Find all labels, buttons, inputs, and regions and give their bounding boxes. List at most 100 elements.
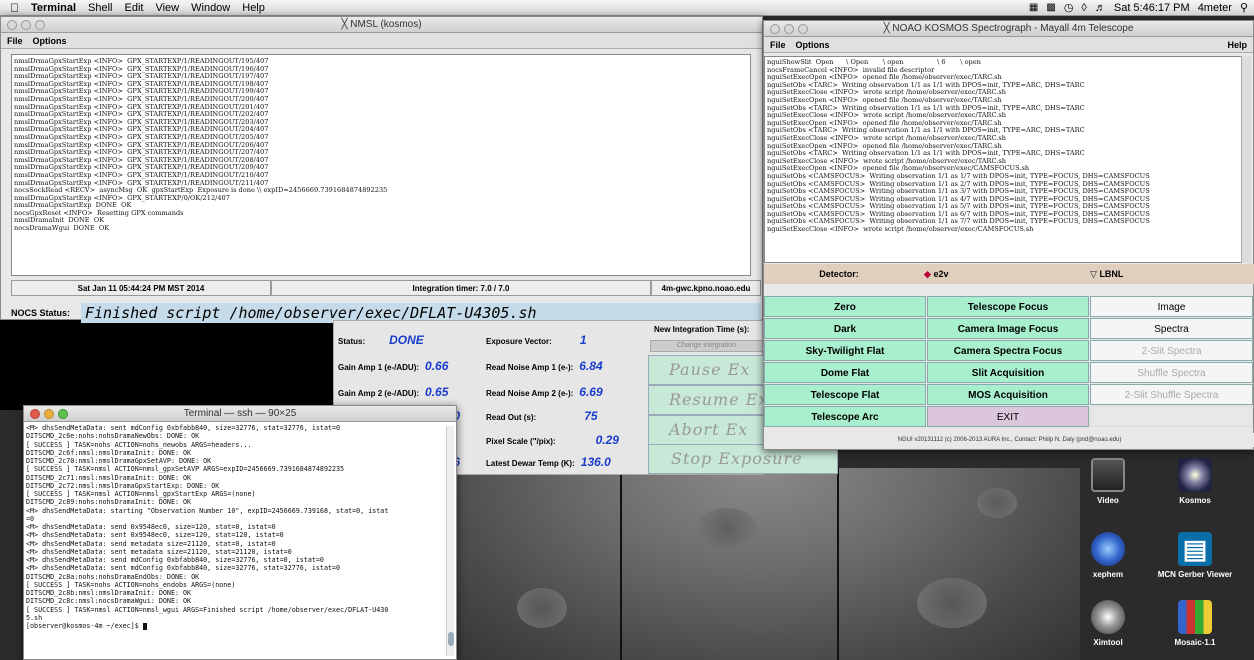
- telescope-focus-button[interactable]: Telescope Focus: [927, 296, 1089, 317]
- kosmos-footer: NGUI v20131112 (c) 2006-2013 AURA Inc., …: [764, 433, 1254, 447]
- menu-edit[interactable]: Edit: [119, 2, 150, 14]
- menu-window[interactable]: Window: [185, 2, 236, 14]
- detector-row: Detector: ◆ e2v ▽ LBNL: [764, 264, 1254, 284]
- pause-exposure-button[interactable]: Pause Ex: [648, 355, 778, 385]
- ximtool-icon: [1091, 600, 1125, 634]
- status-row: Status: DONE: [338, 333, 424, 347]
- dewar-temp-row: Latest Dewar Temp (K): 136.0: [486, 455, 611, 469]
- terminal-scrollbar[interactable]: [446, 426, 454, 656]
- kosmos-menu-help[interactable]: Help: [1227, 37, 1247, 53]
- pixel-scale-value: 0.29: [595, 433, 619, 447]
- zoom-icon[interactable]: [58, 409, 68, 419]
- moon-image: [437, 468, 1080, 660]
- image-display-panel: [0, 320, 333, 410]
- nmsl-log-text[interactable]: nmslDrmaGpxStartExp <INFO> GPX_STARTEXP/…: [11, 54, 751, 276]
- close-icon[interactable]: [7, 20, 17, 30]
- zoom-icon[interactable]: [798, 24, 808, 34]
- zoom-icon[interactable]: [35, 20, 45, 30]
- shuffle-spectra-button[interactable]: Shuffle Spectra: [1090, 362, 1253, 383]
- minimize-icon[interactable]: [44, 409, 54, 419]
- slit-acquisition-button[interactable]: Slit Acquisition: [927, 362, 1089, 383]
- close-icon[interactable]: [770, 24, 780, 34]
- terminal-titlebar[interactable]: Terminal — ssh — 90×25: [24, 406, 456, 422]
- xephem-icon: [1091, 532, 1125, 566]
- desktop-icon-ximtool[interactable]: Ximtool: [1068, 600, 1148, 647]
- zero-button[interactable]: Zero: [764, 296, 926, 317]
- camera-spectra-focus-button[interactable]: Camera Spectra Focus: [927, 340, 1089, 361]
- time-machine-icon[interactable]: ◷: [1064, 1, 1074, 14]
- menu-app-terminal[interactable]: Terminal: [25, 2, 82, 14]
- spectra-button[interactable]: Spectra: [1090, 318, 1253, 339]
- x11-icon: ╳: [341, 19, 351, 30]
- apple-icon[interactable]: : [0, 1, 25, 15]
- status-date: Sat Jan 11 05:44:24 PM MST 2014: [11, 280, 271, 296]
- minimize-icon[interactable]: [21, 20, 31, 30]
- spaces-icon[interactable]: ▦: [1029, 2, 1038, 13]
- menubar-clock[interactable]: Sat 5:46:17 PM: [1114, 2, 1190, 14]
- kosmos-log-text[interactable]: nguiShowSlit Open \ Open \ open \ 6 \ op…: [764, 56, 1242, 263]
- abort-exposure-button[interactable]: Abort Ex: [648, 415, 778, 445]
- sky-twilight-flat-button[interactable]: Sky-Twilight Flat: [764, 340, 926, 361]
- terminal-output[interactable]: <M> dhsSendMetaData: sent mdConfig 0xbfa…: [26, 424, 446, 660]
- desktop-icon-mcn-gerber-viewer[interactable]: ▤ MCN Gerber Viewer: [1155, 532, 1235, 579]
- terminal-window: Terminal — ssh — 90×25 <M> dhsSendMetaDa…: [23, 405, 457, 660]
- 2-slit-spectra-button[interactable]: 2-Slit Spectra: [1090, 340, 1253, 361]
- nmsl-status-bar: Sat Jan 11 05:44:24 PM MST 2014 Integrat…: [11, 279, 761, 297]
- detector-label: Detector:: [819, 269, 859, 279]
- resume-exposure-button[interactable]: Resume Ex: [648, 385, 778, 415]
- camera-image-focus-button[interactable]: Camera Image Focus: [927, 318, 1089, 339]
- kosmos-log-scrollbar[interactable]: [1241, 56, 1251, 263]
- nmsl-window: ╳ NMSL (kosmos) File Options nmslDrmaGpx…: [0, 16, 763, 323]
- kosmos-menu-file[interactable]: File: [770, 37, 786, 52]
- kosmos-titlebar[interactable]: ╳ NOAO KOSMOS Spectrograph - Mayall 4m T…: [764, 21, 1253, 37]
- spotlight-icon[interactable]: ⚲: [1240, 1, 1248, 14]
- status-value: DONE: [389, 333, 424, 347]
- dewar-temp-value: 136.0: [580, 455, 611, 469]
- nocs-status-label: NOCS Status:: [11, 308, 71, 318]
- minimize-icon[interactable]: [784, 24, 794, 34]
- radio-selected-icon: ◆: [924, 268, 931, 279]
- mosaic-icon: [1178, 600, 1212, 634]
- image-button[interactable]: Image: [1090, 296, 1253, 317]
- gain2-row: Gain Amp 2 (e-/ADU): 0.65: [338, 385, 449, 399]
- scroll-thumb[interactable]: [448, 632, 454, 646]
- desktop-icon-mosaic[interactable]: Mosaic-1.1: [1155, 600, 1235, 647]
- close-icon[interactable]: [30, 409, 40, 419]
- readnoise1-row: Read Noise Amp 1 (e-): 6.84: [486, 359, 603, 373]
- change-integration-button[interactable]: Change integration: [650, 340, 763, 352]
- telescope-arc-button[interactable]: Telescope Arc: [764, 406, 926, 427]
- pixel-scale-row: Pixel Scale ("/pix): 0.29: [486, 433, 619, 447]
- mos-acquisition-button[interactable]: MOS Acquisition: [927, 384, 1089, 405]
- nmsl-titlebar[interactable]: ╳ NMSL (kosmos): [1, 17, 762, 33]
- kosmos-title: NOAO KOSMOS Spectrograph - Mayall 4m Tel…: [892, 23, 1134, 34]
- desktop-icon-video[interactable]: Video: [1068, 458, 1148, 505]
- menu-help[interactable]: Help: [236, 2, 271, 14]
- kosmos-window: ╳ NOAO KOSMOS Spectrograph - Mayall 4m T…: [763, 20, 1254, 450]
- telescope-flat-button[interactable]: Telescope Flat: [764, 384, 926, 405]
- dark-button[interactable]: Dark: [764, 318, 926, 339]
- exit-button[interactable]: EXIT: [927, 406, 1089, 427]
- video-icon: [1091, 458, 1125, 492]
- empty-slot: [1090, 406, 1253, 427]
- exposure-vector-value: 1: [579, 333, 587, 347]
- volume-icon[interactable]: ♬: [1095, 2, 1106, 14]
- dome-flat-button[interactable]: Dome Flat: [764, 362, 926, 383]
- nmsl-menu-options[interactable]: Options: [33, 33, 67, 48]
- gain1-value: 0.66: [425, 359, 449, 373]
- nmsl-menu-file[interactable]: File: [7, 33, 23, 48]
- readnoise1-value: 6.84: [579, 359, 603, 373]
- kosmos-menu-options[interactable]: Options: [796, 37, 830, 52]
- wifi-icon[interactable]: ◊: [1081, 2, 1086, 14]
- galaxy-icon: [1178, 458, 1212, 492]
- detector-option-lbnl[interactable]: ▽ LBNL: [1084, 269, 1123, 280]
- detector-option-e2v[interactable]: ◆ e2v: [914, 269, 1084, 280]
- menu-view[interactable]: View: [149, 2, 185, 14]
- menubar-user[interactable]: 4meter: [1198, 2, 1232, 14]
- menu-shell[interactable]: Shell: [82, 2, 118, 14]
- 2-slit-shuffle-spectra-button[interactable]: 2-Slit Shuffle Spectra: [1090, 384, 1253, 405]
- radio-unselected-icon: ▽: [1090, 268, 1097, 279]
- grid-icon[interactable]: ▩: [1046, 2, 1055, 13]
- readnoise2-row: Read Noise Amp 2 (e-): 6.69: [486, 385, 603, 399]
- desktop-icon-kosmos[interactable]: Kosmos: [1155, 458, 1235, 505]
- desktop-icon-xephem[interactable]: xephem: [1068, 532, 1148, 579]
